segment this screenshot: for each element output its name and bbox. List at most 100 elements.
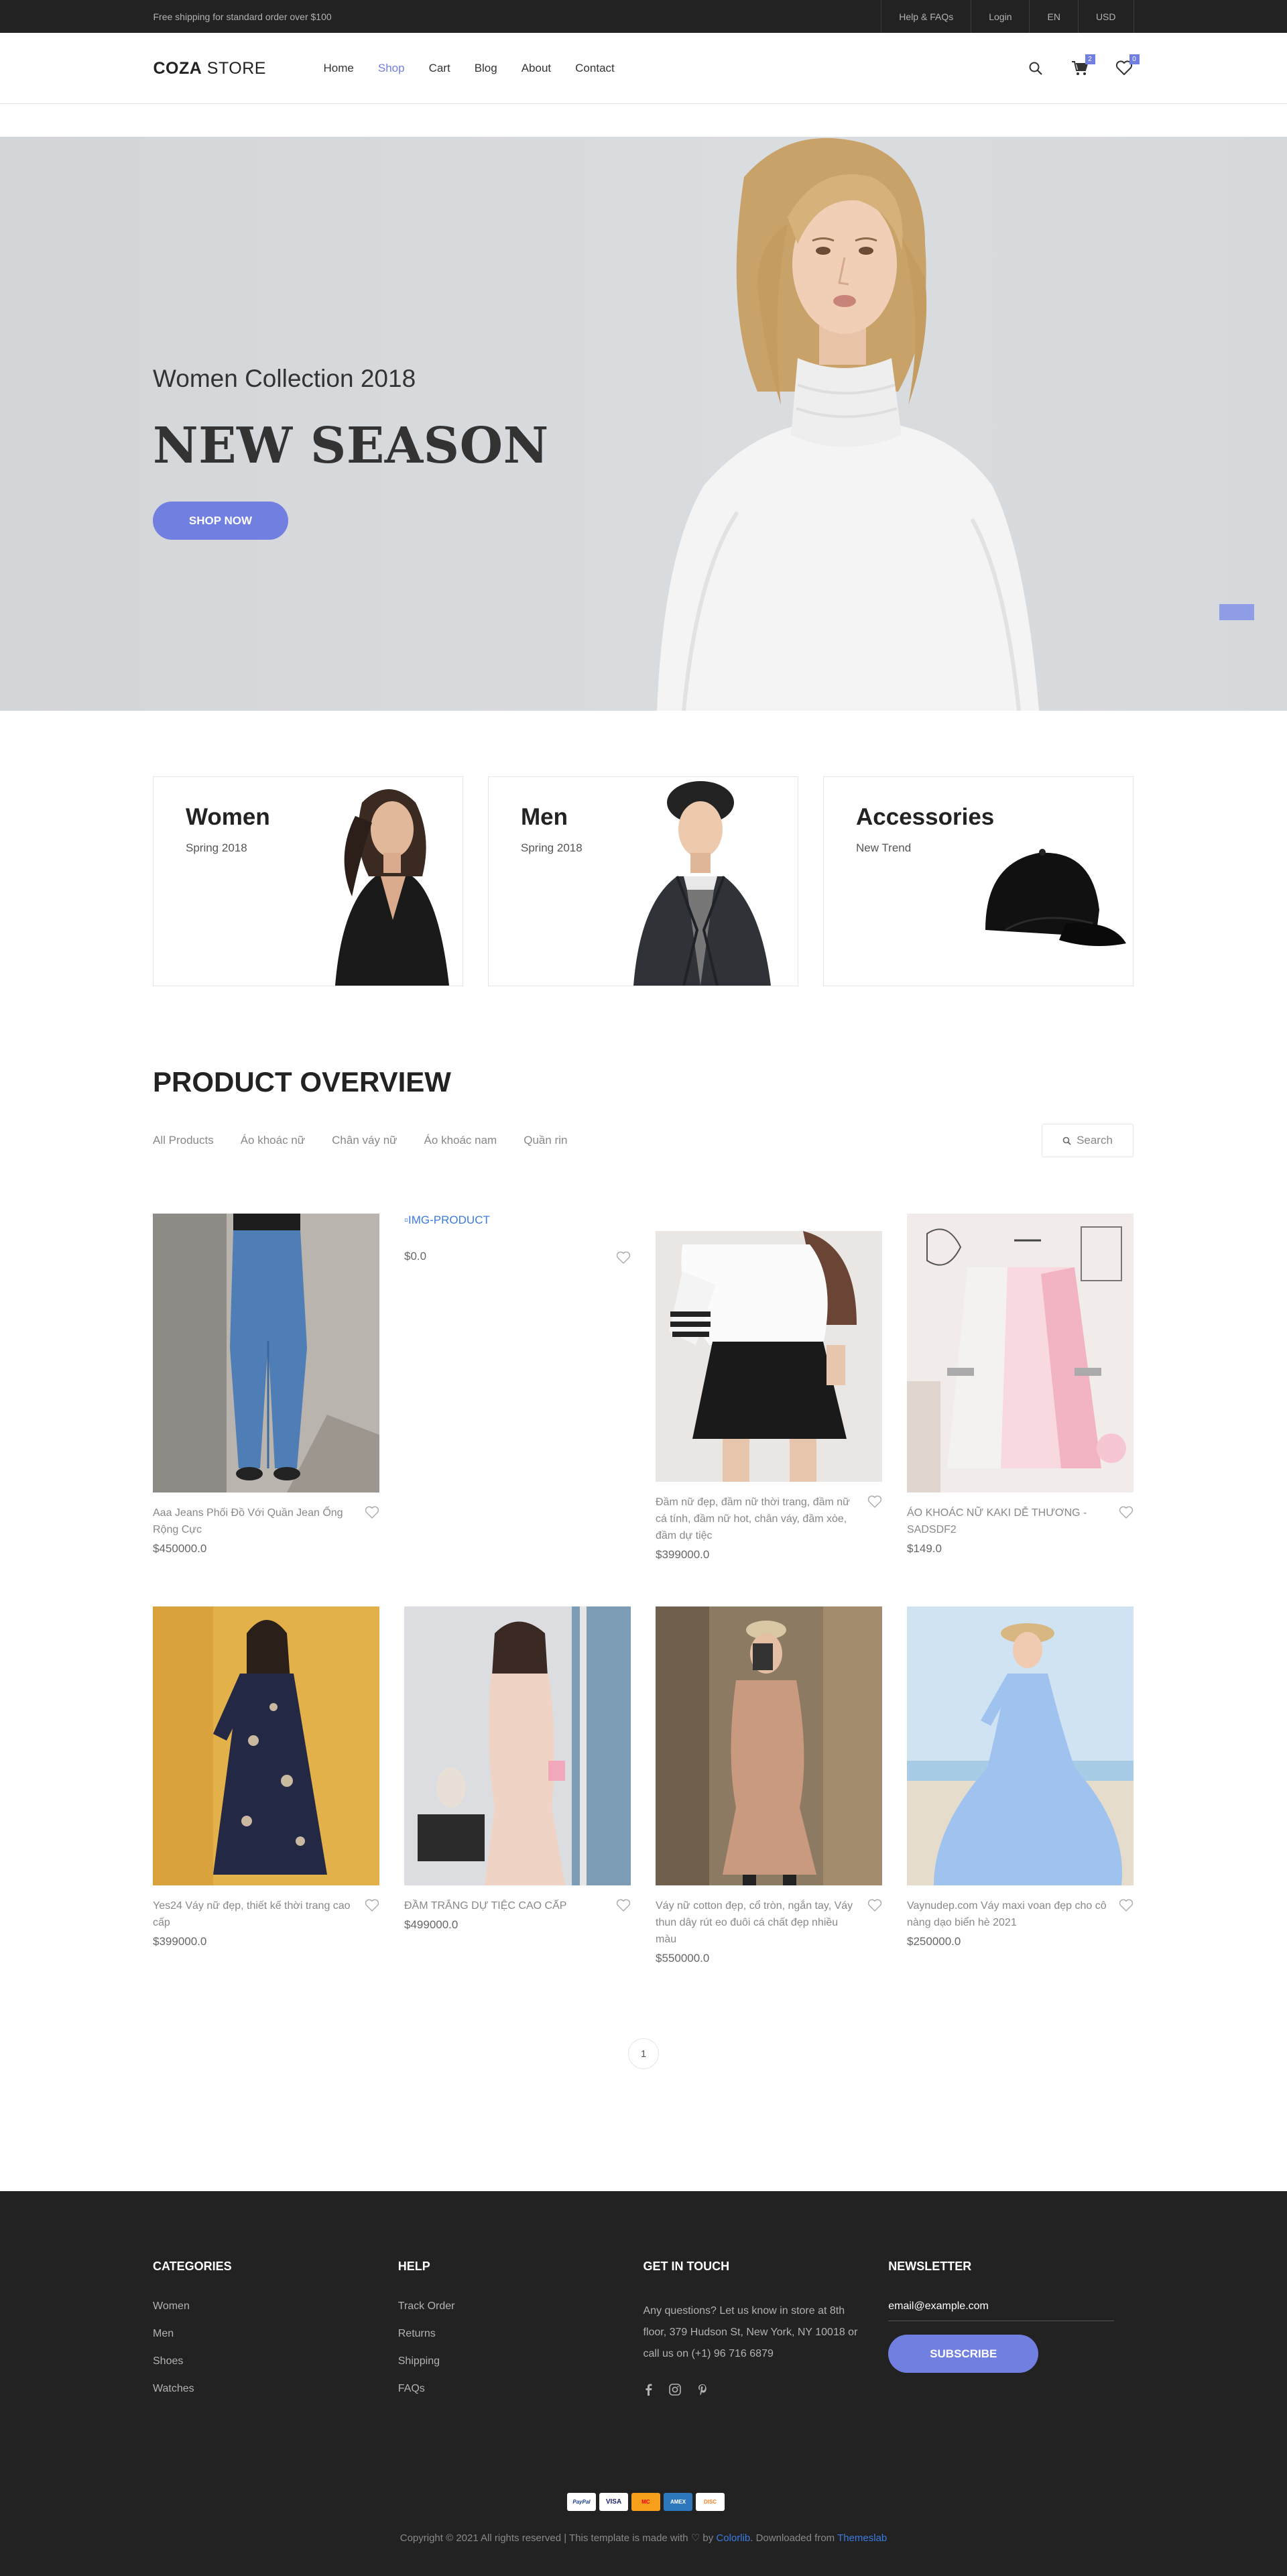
product-name[interactable]: Đầm nữ đẹp, đầm nữ thời trang, đầm nữ cá…	[656, 1494, 855, 1544]
colorlib-link[interactable]: Colorlib	[716, 2532, 750, 2544]
footer-link-shipping[interactable]: Shipping	[398, 2355, 644, 2367]
banner-men[interactable]: Men Spring 2018	[488, 776, 798, 986]
nav-blog[interactable]: Blog	[475, 62, 497, 75]
men-model-image	[633, 781, 771, 986]
product-image[interactable]	[404, 1606, 631, 1885]
social-links	[644, 2384, 889, 2396]
product-name[interactable]: Vaynudep.com Váy maxi voan đẹp cho cô nà…	[907, 1897, 1107, 1931]
slider-arrow[interactable]	[1219, 604, 1254, 620]
product-card: Váy nữ cotton đẹp, cổ tròn, ngắn tay, Vá…	[656, 1606, 882, 1965]
footer-link-men[interactable]: Men	[153, 2328, 398, 2340]
nav-contact[interactable]: Contact	[575, 62, 615, 75]
footer-link-shoes[interactable]: Shoes	[153, 2355, 398, 2367]
product-info: Váy nữ cotton đẹp, cổ tròn, ngắn tay, Vá…	[656, 1897, 882, 1965]
pagination-page-1[interactable]: 1	[628, 2038, 659, 2069]
pinterest-icon[interactable]	[697, 2384, 708, 2396]
product-name[interactable]: Yes24 Váy nữ đẹp, thiết kế thời trang ca…	[153, 1897, 353, 1931]
banner-accessories[interactable]: Accessories New Trend	[823, 776, 1133, 986]
header-icons: 2 0	[1026, 54, 1140, 78]
product-name[interactable]: ĐẦM TRẮNG DỰ TIỆC CAO CẤP	[404, 1897, 604, 1914]
footer-columns: CATEGORIES Women Men Shoes Watches HELP …	[153, 2260, 1133, 2410]
nav-home[interactable]: Home	[324, 62, 354, 75]
hero-content: Women Collection 2018 NEW SEASON SHOP NO…	[153, 365, 549, 540]
heart-icon[interactable]: 0	[1114, 54, 1140, 78]
product-price: $399000.0	[153, 1935, 207, 1948]
filter-all-products[interactable]: All Products	[153, 1134, 214, 1147]
nav-about[interactable]: About	[522, 62, 551, 75]
search-toggle-button[interactable]: Search	[1042, 1124, 1133, 1157]
shipping-notice: Free shipping for standard order over $1…	[153, 11, 332, 22]
product-image-broken[interactable]: ▫IMG-PRODUCT	[404, 1214, 631, 1227]
filter-ao-khoac-nam[interactable]: Áo khoác nam	[424, 1134, 497, 1147]
main-nav: Home Shop Cart Blog About Contact	[324, 62, 615, 75]
footer-contact: GET IN TOUCH Any questions? Let us know …	[644, 2260, 889, 2410]
banner-women[interactable]: Women Spring 2018	[153, 776, 463, 986]
themeslab-link[interactable]: Themeslab	[837, 2532, 887, 2544]
footer-newsletter: NEWSLETTER email@example.com SUBSCRIBE	[888, 2260, 1133, 2410]
product-name[interactable]: Váy nữ cotton đẹp, cổ tròn, ngắn tay, Vá…	[656, 1897, 855, 1948]
product-price: $550000.0	[656, 1952, 710, 1965]
footer-categories: CATEGORIES Women Men Shoes Watches	[153, 2260, 398, 2410]
subscribe-button[interactable]: SUBSCRIBE	[888, 2335, 1039, 2373]
product-card: ÁO KHOÁC NỮ KAKI DỄ THƯƠNG - SADSDF2 $14…	[907, 1214, 1133, 1556]
product-price: $399000.0	[656, 1548, 710, 1561]
search-icon[interactable]	[1026, 58, 1046, 78]
currency-link[interactable]: USD	[1077, 0, 1134, 33]
shop-now-button[interactable]: SHOP NOW	[153, 502, 288, 540]
banner-title: Women	[186, 804, 270, 830]
product-image[interactable]	[153, 1214, 379, 1492]
product-card: ▫IMG-PRODUCT $0.0	[404, 1214, 631, 1265]
filter-quan-rin[interactable]: Quần rin	[524, 1134, 567, 1147]
footer-link-track-order[interactable]: Track Order	[398, 2300, 644, 2312]
wishlist-heart-icon[interactable]	[867, 1899, 882, 1912]
product-name[interactable]: Aaa Jeans Phối Đồ Với Quần Jean Ống Rộng…	[153, 1505, 353, 1538]
topbar-links: Help & FAQs Login EN USD	[881, 0, 1134, 33]
footer-link-returns[interactable]: Returns	[398, 2328, 644, 2340]
footer-link-watches[interactable]: Watches	[153, 2383, 398, 2395]
wishlist-heart-icon[interactable]	[867, 1495, 882, 1509]
language-link[interactable]: EN	[1029, 0, 1077, 33]
product-info: Vaynudep.com Váy maxi voan đẹp cho cô nà…	[907, 1897, 1133, 1948]
wishlist-heart-icon[interactable]	[1119, 1899, 1133, 1912]
wishlist-heart-icon[interactable]	[365, 1506, 379, 1519]
product-image[interactable]	[907, 1606, 1133, 1885]
hero-title: NEW SEASON	[153, 417, 549, 475]
footer-heading: GET IN TOUCH	[643, 2260, 730, 2273]
instagram-icon[interactable]	[668, 2384, 681, 2396]
product-info: ĐẦM TRẮNG DỰ TIỆC CAO CẤP $499000.0	[404, 1897, 631, 1932]
contact-text: Any questions? Let us know in store at 8…	[643, 2305, 858, 2359]
product-image[interactable]	[656, 1606, 882, 1885]
wishlist-heart-icon[interactable]	[365, 1899, 379, 1912]
search-label: Search	[1077, 1134, 1113, 1147]
filter-chan-vay-nu[interactable]: Chân váy nữ	[332, 1134, 397, 1147]
footer: CATEGORIES Women Men Shoes Watches HELP …	[0, 2191, 1287, 2576]
product-name[interactable]: ÁO KHOÁC NỮ KAKI DỄ THƯƠNG - SADSDF2	[907, 1505, 1107, 1538]
logo[interactable]: COZA STORE	[154, 59, 324, 78]
help-faqs-link[interactable]: Help & FAQs	[881, 0, 971, 33]
product-price: $149.0	[907, 1542, 942, 1555]
topbar: Free shipping for standard order over $1…	[0, 0, 1287, 33]
amex-icon: AMEX	[664, 2493, 692, 2511]
facebook-icon[interactable]	[644, 2384, 653, 2396]
nav-shop[interactable]: Shop	[378, 62, 405, 75]
product-info: Yes24 Váy nữ đẹp, thiết kế thời trang ca…	[153, 1897, 379, 1948]
product-filters: All Products Áo khoác nữ Chân váy nữ Áo …	[153, 1124, 1133, 1157]
filter-ao-khoac-nu[interactable]: Áo khoác nữ	[241, 1134, 305, 1147]
wishlist-heart-icon[interactable]	[1119, 1506, 1133, 1519]
footer-link-faqs[interactable]: FAQs	[398, 2383, 644, 2395]
newsletter-email-input[interactable]: email@example.com	[888, 2300, 1115, 2321]
login-link[interactable]: Login	[971, 0, 1029, 33]
hero-subtitle: Women Collection 2018	[153, 365, 416, 392]
footer-link-women[interactable]: Women	[153, 2300, 398, 2312]
cart-icon[interactable]: 2	[1070, 54, 1095, 78]
product-image[interactable]	[907, 1214, 1133, 1492]
product-image[interactable]	[656, 1231, 882, 1482]
product-price: $250000.0	[907, 1935, 961, 1948]
wishlist-heart-icon[interactable]	[616, 1899, 631, 1912]
nav-cart[interactable]: Cart	[429, 62, 450, 75]
product-image[interactable]	[153, 1606, 379, 1885]
wishlist-heart-icon[interactable]	[616, 1251, 631, 1265]
product-price: $499000.0	[404, 1918, 458, 1931]
product-overview: PRODUCT OVERVIEW All Products Áo khoác n…	[153, 1066, 1133, 1157]
header: COZA STORE Home Shop Cart Blog About Con…	[0, 33, 1287, 104]
